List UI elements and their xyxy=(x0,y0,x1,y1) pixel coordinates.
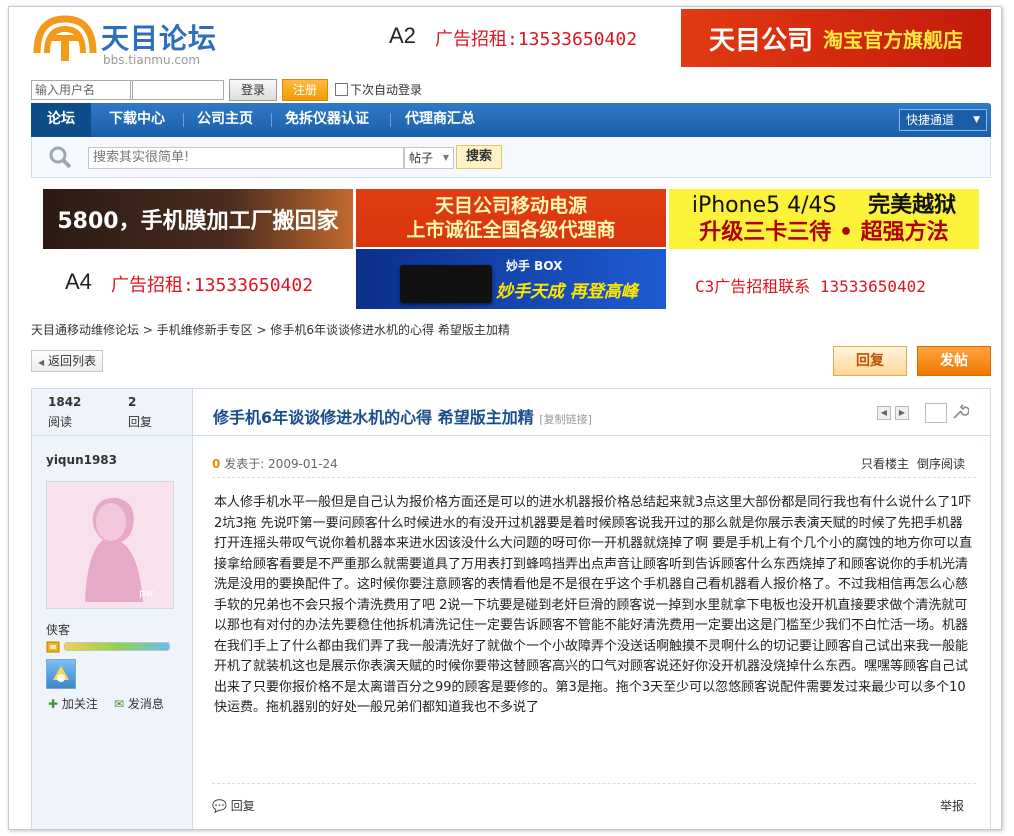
search-bar: 搜索其实很简单! 帖子 ▼ 搜索 xyxy=(31,137,991,178)
logo-text[interactable]: 天目论坛 xyxy=(101,17,217,57)
default-avatar-icon: pw xyxy=(47,482,173,608)
chevron-down-icon: ▼ xyxy=(973,115,980,125)
password-input[interactable] xyxy=(130,80,224,100)
register-button[interactable]: 注册 xyxy=(282,79,328,101)
report-link[interactable]: 举报 xyxy=(940,797,964,814)
nav-divider xyxy=(271,113,272,127)
post-reply-label: 回复 xyxy=(230,799,255,813)
nav-item-agents[interactable]: 代理商汇总 xyxy=(405,103,475,137)
next-thread-icon[interactable]: ▶ xyxy=(895,406,909,420)
logo-url: bbs.tianmu.com xyxy=(103,53,201,67)
level-icon xyxy=(46,641,60,653)
send-message-link[interactable]: ✉ 发消息 xyxy=(114,695,164,712)
post-meta: 0 发表于: 2009-01-24 xyxy=(212,455,338,472)
ad-banner-iphone-jailbreak[interactable]: iPhone5 4/4S 完美越狱 升级三卡三待 • 超强方法 xyxy=(669,189,979,249)
back-to-list-button[interactable]: ◀ 返回列表 xyxy=(31,350,103,372)
ad-power-bank-line2: 上市诚征全国各级代理商 xyxy=(406,219,616,241)
remember-label: 下次自动登录 xyxy=(350,83,423,97)
ad-banner-miaoshou-box[interactable]: 妙手 BOX 妙手天成 再登高峰 xyxy=(356,249,666,309)
new-post-button[interactable]: 发帖 xyxy=(917,346,991,376)
nav-item-certification[interactable]: 免拆仪器认证 xyxy=(285,103,369,137)
thread-option-box[interactable] xyxy=(925,403,947,423)
device-image-icon xyxy=(400,265,492,303)
prev-thread-icon[interactable]: ◀ xyxy=(877,406,891,420)
message-label: 发消息 xyxy=(127,697,164,711)
chevron-left-icon: ◀ xyxy=(38,358,45,367)
ad-banner-film-factory[interactable]: 5800，手机膜加工厂搬回家 xyxy=(43,189,353,249)
ad-iphone-jailbreak: 完美越狱 xyxy=(868,193,957,218)
level-progress-bar xyxy=(64,642,170,651)
back-to-list-label: 返回列表 xyxy=(47,354,96,368)
comment-icon: 💬 xyxy=(212,799,227,813)
tianmu-taobao-banner[interactable]: 天目公司 淘宝官方旗舰店 xyxy=(681,9,991,67)
quick-access-label: 快捷通道 xyxy=(906,113,955,127)
author-name[interactable]: yiqun1983 xyxy=(46,453,117,467)
post-footer-divider xyxy=(212,783,976,784)
banner-company: 天目公司 xyxy=(708,25,813,56)
view-count: 1842 xyxy=(48,395,82,409)
search-input[interactable]: 搜索其实很简单! xyxy=(88,147,404,169)
avatar[interactable]: pw xyxy=(46,481,174,609)
svg-text:pw: pw xyxy=(139,588,154,599)
follow-label: 加关注 xyxy=(61,697,98,711)
view-label: 阅读 xyxy=(48,415,73,429)
page-frame: 天目论坛 bbs.tianmu.com A2 广告招租:13533650402 … xyxy=(8,6,1002,830)
post-body: 本人修手机水平一般但是自己认为报价格方面还是可以的进水机器报价格总结起来就3点这… xyxy=(214,495,973,715)
thread-container: 1842 阅读 2 回复 修手机6年谈谈修进水机的心得 希望版主加精 [复制链接… xyxy=(31,388,991,829)
ad-iphone-upgrade: 升级三卡三待 • 超强方法 xyxy=(699,220,949,245)
thread-title-text: 修手机6年谈谈修进水机的心得 希望版主加精 xyxy=(213,408,534,427)
search-icon xyxy=(49,146,72,169)
author-rank: 侠客 xyxy=(46,623,71,637)
medal-icon[interactable] xyxy=(46,659,76,689)
search-type-label: 帖子 xyxy=(409,151,434,165)
chevron-down-icon: ▼ xyxy=(442,153,449,162)
thread-title: 修手机6年谈谈修进水机的心得 希望版主加精 [复制链接] xyxy=(213,404,592,428)
logo-icon[interactable] xyxy=(33,13,97,65)
main-nav: 论坛 下载中心 公司主页 免拆仪器认证 代理商汇总 快捷通道 ▼ xyxy=(31,103,991,137)
post-reply-link[interactable]: 💬 回复 xyxy=(212,797,255,814)
reply-button[interactable]: 回复 xyxy=(833,346,907,376)
nav-divider xyxy=(183,113,184,127)
ad-slot-a2-label: A2 xyxy=(389,23,416,48)
nav-item-forum[interactable]: 论坛 xyxy=(31,103,91,137)
reply-count-label: 回复 xyxy=(128,415,153,429)
nav-item-downloads[interactable]: 下载中心 xyxy=(109,103,165,137)
thread-title-bar: 修手机6年谈谈修进水机的心得 希望版主加精 [复制链接] ◀ ▶ xyxy=(193,389,990,436)
login-button[interactable]: 登录 xyxy=(229,79,277,101)
ad-iphone-model: iPhone5 4/4S xyxy=(691,193,837,218)
ad-box-slogan: 妙手天成 再登高峰 xyxy=(496,282,638,302)
plus-icon: ✚ xyxy=(48,697,59,711)
quick-access-dropdown[interactable]: 快捷通道 ▼ xyxy=(899,109,987,131)
reverse-order-link[interactable]: 倒序阅读 xyxy=(917,455,965,472)
ad-banner-power-bank[interactable]: 天目公司移动电源 上市诚征全国各级代理商 xyxy=(356,189,666,247)
follow-link[interactable]: ✚ 加关注 xyxy=(48,695,98,712)
search-type-select[interactable]: 帖子 ▼ xyxy=(404,147,454,169)
post-date: 发表于: 2009-01-24 xyxy=(224,457,338,471)
post-floor: 0 xyxy=(212,457,221,471)
only-author-link[interactable]: 只看楼主 xyxy=(861,455,909,472)
nav-item-company-home[interactable]: 公司主页 xyxy=(197,103,253,137)
remember-checkbox[interactable] xyxy=(335,83,348,96)
reply-count: 2 xyxy=(128,395,137,409)
copy-link[interactable]: [复制链接] xyxy=(539,413,592,426)
thread-stats: 1842 阅读 2 回复 xyxy=(32,389,192,436)
search-button[interactable]: 搜索 xyxy=(456,145,502,169)
ad-box-title: 妙手 BOX xyxy=(506,259,563,273)
ad-power-bank-line1: 天目公司移动电源 xyxy=(434,195,587,217)
breadcrumb[interactable]: 天目通移动维修论坛 > 手机维修新手专区 > 修手机6年谈谈修进水机的心得 希望… xyxy=(31,321,510,338)
ad-slot-a4-text[interactable]: 广告招租:13533650402 xyxy=(111,271,313,297)
banner-store: 淘宝官方旗舰店 xyxy=(823,27,963,52)
ad-slot-a4-label: A4 xyxy=(65,269,92,294)
username-input[interactable]: 输入用户名 xyxy=(31,80,133,100)
ad-slot-a2-text[interactable]: 广告招租:13533650402 xyxy=(435,25,637,51)
ad-slot-c3-text[interactable]: C3广告招租联系 13533650402 xyxy=(695,273,926,297)
mail-icon: ✉ xyxy=(114,697,125,711)
nav-divider xyxy=(390,113,391,127)
wrench-icon[interactable] xyxy=(951,403,969,421)
post-divider xyxy=(212,477,976,478)
